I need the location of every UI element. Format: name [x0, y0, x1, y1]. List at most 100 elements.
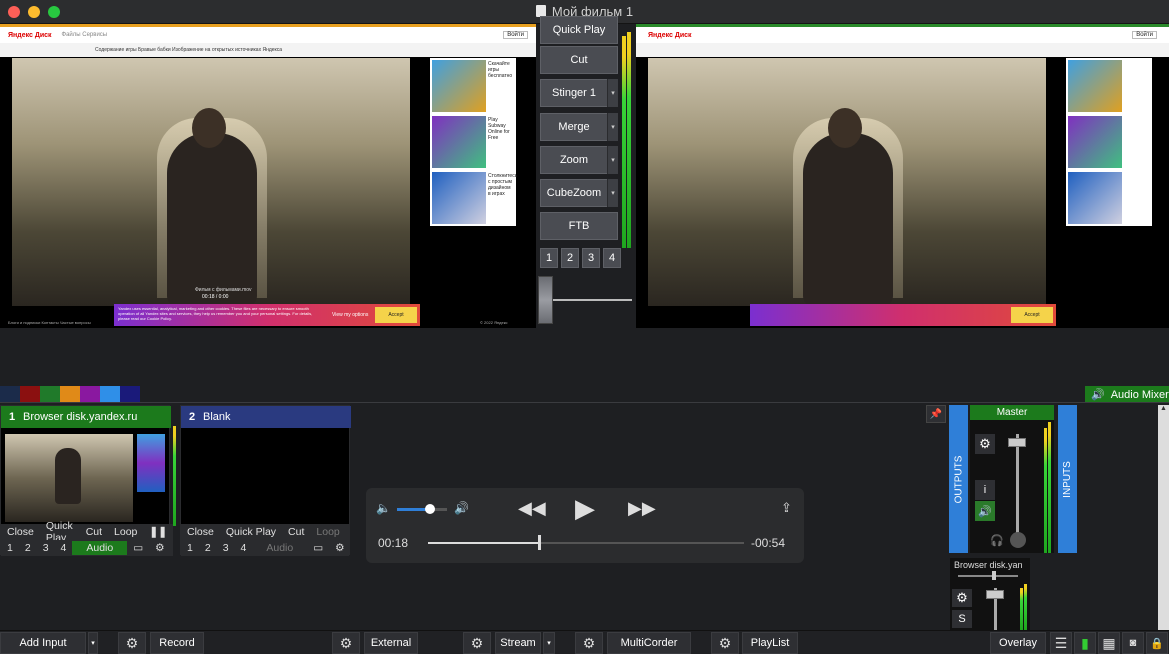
speaker-icon[interactable]: 🔊 — [975, 501, 995, 521]
playlist-button[interactable]: PlayList — [742, 632, 798, 654]
master-fader-knob[interactable] — [1008, 438, 1026, 447]
input-1-audio-button[interactable]: Audio — [72, 541, 128, 555]
add-input-dropdown[interactable]: ▾ — [88, 632, 98, 654]
cut-button[interactable]: Cut — [540, 46, 618, 74]
multicorder-settings-gear-icon[interactable]: ⚙ — [575, 632, 603, 654]
playlist-settings-gear-icon[interactable]: ⚙ — [711, 632, 739, 654]
input-1-overlay-2[interactable]: 2 — [19, 542, 37, 554]
zoom-dropdown[interactable]: ▾ — [607, 146, 618, 174]
input-1-loop-button[interactable]: Loop — [108, 526, 143, 538]
external-button[interactable]: External — [364, 632, 418, 654]
pause-icon[interactable]: ❚❚ — [143, 526, 173, 538]
thumb-3 — [432, 172, 486, 224]
color-swatch-purple[interactable] — [80, 386, 100, 402]
input-2-overlay-3[interactable]: 3 — [217, 542, 235, 554]
input-2-loop-button[interactable]: Loop — [310, 526, 345, 538]
input-1-overlay-4[interactable]: 4 — [55, 542, 73, 554]
input-2-header[interactable]: 2 Blank — [181, 406, 351, 428]
input-2-overlay-1[interactable]: 1 — [181, 542, 199, 554]
input-2[interactable]: 2 Blank Close Quick Play Cut Loop 1 2 3 … — [180, 405, 351, 556]
input-1-header[interactable]: 1 Browser disk.yandex.ru — [1, 406, 171, 428]
channel-fader-knob[interactable] — [986, 590, 1004, 599]
play-icon[interactable]: ▶ — [575, 493, 595, 524]
quick-play-button[interactable]: Quick Play — [540, 16, 618, 44]
chevron-down-icon: ▾ — [547, 640, 551, 647]
add-input-label: Add Input — [19, 637, 67, 649]
menu-icon[interactable]: ☰ — [1050, 632, 1072, 654]
pin-icon[interactable]: 📌 — [926, 405, 946, 423]
headphones-icon[interactable]: 🎧 — [990, 534, 1004, 547]
level-meter-left — [622, 36, 626, 248]
volume-slider[interactable] — [397, 508, 447, 511]
stream-dropdown[interactable]: ▾ — [543, 632, 555, 654]
balance-knob[interactable] — [1010, 532, 1026, 548]
transition-1-button[interactable]: 1 — [540, 248, 558, 268]
monitor-icon[interactable]: ▭ — [307, 542, 329, 554]
color-swatch-blue[interactable] — [100, 386, 120, 402]
stream-settings-gear-icon[interactable]: ⚙ — [463, 632, 491, 654]
lock-icon[interactable]: 🔒 — [1146, 632, 1168, 654]
channel-pan-knob[interactable] — [992, 571, 996, 580]
volume-knob[interactable] — [424, 504, 435, 514]
stream-button[interactable]: Stream — [495, 632, 541, 654]
fast-forward-icon[interactable]: ▶▶ — [628, 498, 656, 519]
record-settings-gear-icon[interactable]: ⚙ — [118, 632, 146, 654]
input-1-close-button[interactable]: Close — [1, 526, 40, 538]
multicorder-button[interactable]: MultiCorder — [607, 632, 691, 654]
cubezoom-dropdown[interactable]: ▾ — [607, 179, 618, 207]
input-2-quick-play-button[interactable]: Quick Play — [220, 526, 282, 538]
color-swatch-navy[interactable] — [0, 386, 20, 402]
external-settings-gear-icon[interactable]: ⚙ — [332, 632, 360, 654]
grid-icon[interactable]: ▦ — [1098, 632, 1120, 654]
transition-4-button[interactable]: 4 — [603, 248, 621, 268]
input-2-layer-row: 1 2 3 4 Audio ▭ ⚙ — [181, 540, 349, 556]
color-swatch-green[interactable] — [40, 386, 60, 402]
share-icon[interactable]: ⇪ — [781, 500, 792, 516]
solo-button[interactable]: S — [952, 610, 972, 628]
gear-icon[interactable]: ⚙ — [329, 542, 350, 554]
ftb-label: FTB — [568, 220, 590, 232]
input-2-cut-button[interactable]: Cut — [282, 526, 310, 538]
input-1-overlay-3[interactable]: 3 — [37, 542, 55, 554]
record-button[interactable]: Record — [150, 632, 204, 654]
input-2-close-button[interactable]: Close — [181, 526, 220, 538]
gear-icon[interactable]: ⚙ — [952, 589, 972, 607]
progress-bar[interactable] — [428, 542, 744, 544]
color-swatch-orange[interactable] — [60, 386, 80, 402]
input-1[interactable]: 1 Browser disk.yandex.ru Close Quick Pla… — [0, 405, 176, 556]
color-swatch-red[interactable] — [20, 386, 40, 402]
input-2-overlay-2[interactable]: 2 — [199, 542, 217, 554]
audio-mixer-button[interactable]: 🔊 Audio Mixer — [1085, 386, 1169, 403]
gear-icon[interactable]: ⚙ — [975, 434, 995, 454]
preview-monitor[interactable]: Яндекс Диск Файлы Сервисы Войти Содержан… — [0, 24, 536, 328]
transition-3-button[interactable]: 3 — [582, 248, 600, 268]
gear-icon[interactable]: ⚙ — [149, 542, 170, 554]
merge-dropdown[interactable]: ▾ — [607, 113, 618, 141]
stinger-dropdown[interactable]: ▾ — [607, 79, 618, 107]
ftb-button[interactable]: FTB — [540, 212, 618, 240]
outputs-tab[interactable]: OUTPUTS — [949, 405, 968, 553]
add-input-button[interactable]: Add Input — [0, 632, 86, 654]
video-frame — [648, 58, 1046, 306]
input-1-cut-button[interactable]: Cut — [80, 526, 108, 538]
rewind-icon[interactable]: ◀◀ — [518, 498, 546, 519]
bar-chart-icon[interactable]: ▮ — [1074, 632, 1096, 654]
input-2-overlay-4[interactable]: 4 — [235, 542, 253, 554]
media-player: 🔈 🔊 ◀◀ ▶ ▶▶ ⇪ 00:18 -00:54 — [366, 488, 804, 563]
input-2-audio-button[interactable]: Audio — [252, 541, 307, 555]
color-swatch-indigo[interactable] — [120, 386, 140, 402]
mixer-scrollbar[interactable]: ▲ — [1158, 405, 1169, 630]
t-bar-handle[interactable] — [538, 276, 553, 324]
transition-2-button[interactable]: 2 — [561, 248, 579, 268]
output-monitor[interactable]: Яндекс Диск Войти Accept — [636, 24, 1169, 328]
master-channel: ⚙ i 🔊 🎧 — [970, 420, 1054, 553]
monitor-icon[interactable]: ▭ — [127, 542, 149, 554]
input-channel: Browser disk.yan ⚙ S — [950, 558, 1030, 630]
camera-icon[interactable]: ◙ — [1122, 632, 1144, 654]
overlay-button[interactable]: Overlay — [990, 632, 1046, 654]
scroll-up-icon[interactable]: ▲ — [1158, 405, 1169, 415]
progress-knob[interactable] — [537, 535, 541, 550]
inputs-tab[interactable]: INPUTS — [1058, 405, 1077, 553]
input-1-overlay-1[interactable]: 1 — [1, 542, 19, 554]
info-icon[interactable]: i — [975, 480, 995, 500]
